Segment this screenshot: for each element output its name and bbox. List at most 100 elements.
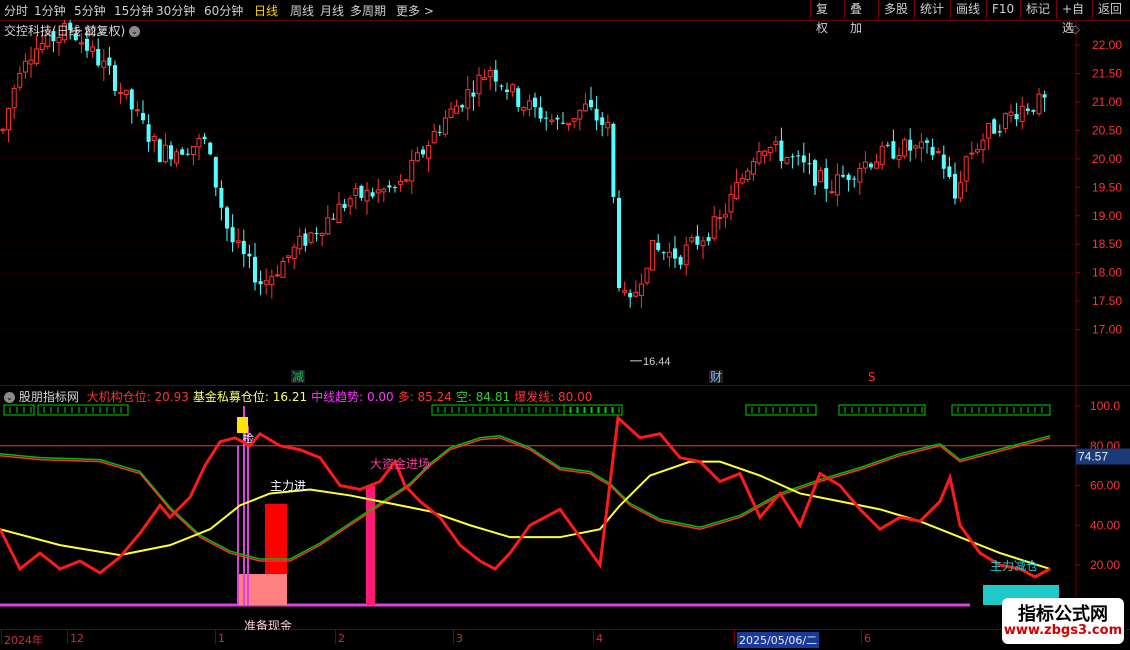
candle-down [656, 242, 661, 251]
candle-down [628, 292, 633, 298]
indicator-value: 中线趋势: 0.00 [311, 390, 394, 404]
candle-down [1014, 113, 1019, 120]
toolbar-button[interactable]: 标记 [1020, 0, 1056, 19]
candle-up [549, 119, 555, 123]
toolbar-button[interactable]: 叠加 [844, 0, 878, 35]
candle-down [617, 197, 621, 289]
period-tab[interactable]: 日线 [254, 2, 278, 19]
candle-down [213, 157, 218, 188]
candle-up [650, 239, 656, 271]
candle-up [963, 156, 969, 182]
candle-up [22, 60, 28, 73]
indicator-value: 基金私募仓位: 16.21 [193, 390, 307, 404]
candle-up [566, 122, 572, 125]
date-tick [335, 630, 336, 644]
toolbar-button[interactable]: 复权 [810, 0, 844, 35]
candle-down [885, 144, 890, 146]
period-tab[interactable]: 60分钟 [204, 2, 243, 19]
indicator-value: 空: 84.81 [456, 390, 510, 404]
period-tab[interactable]: 月线 [320, 2, 344, 19]
candle-down [141, 112, 145, 121]
chevron-down-icon[interactable]: ⌄ [129, 26, 141, 37]
candle-up [958, 182, 964, 199]
fund-line [0, 460, 1051, 570]
indicator-value-number: 16.21 [272, 390, 308, 404]
candle-up [118, 92, 124, 95]
signal-box [745, 404, 817, 416]
candle-up [448, 108, 454, 118]
date-tick [593, 630, 594, 644]
candle-up [521, 107, 527, 111]
current-value-text: 74.57 [1078, 450, 1108, 464]
candle-up [235, 240, 241, 244]
signal-flag[interactable] [237, 417, 248, 433]
indicator-value: 爆发线: 80.00 [514, 390, 592, 404]
date-tick [215, 630, 216, 644]
candle-up [879, 145, 885, 165]
candle-down [393, 187, 397, 189]
candle-down [801, 155, 806, 163]
candle-up [151, 136, 157, 142]
candle-down [611, 123, 616, 197]
candle-up [319, 232, 325, 237]
candle-down [790, 156, 795, 158]
candle-down [796, 155, 801, 157]
candle-down [930, 146, 935, 156]
candle-up [896, 155, 902, 160]
indicator-value: 大机构仓位: 20.93 [87, 390, 189, 404]
candle-down [533, 97, 537, 108]
candle-up [336, 203, 342, 223]
candle-up [162, 144, 168, 163]
candle-down [561, 122, 565, 124]
event-marker[interactable]: 财 [710, 370, 722, 384]
candle-up [526, 100, 532, 110]
candle-up [196, 138, 202, 148]
candle-up [190, 145, 196, 156]
indicator-value-label: 大机构仓位: [86, 390, 155, 404]
toolbar-button[interactable]: 返回 [1092, 0, 1130, 19]
period-tab[interactable]: 1分钟 [34, 2, 66, 19]
toolbar-button[interactable]: F10 [986, 0, 1020, 19]
toolbar-button[interactable]: 多股 [878, 0, 914, 19]
indicator-chart[interactable]: 100.080.0060.0040.0020.0074.57捡主力进大资金进场准… [0, 386, 1130, 630]
price-label: 18.00 [1092, 266, 1122, 280]
candle-down [185, 153, 190, 155]
candle-up [465, 89, 471, 109]
chevron-down-icon[interactable]: ⌄ [4, 392, 15, 403]
period-tab[interactable]: 15分钟 [114, 2, 153, 19]
period-tab[interactable]: 5分钟 [74, 2, 106, 19]
candle-down [678, 256, 683, 265]
candle-up [638, 283, 644, 296]
period-tab[interactable]: 30分钟 [156, 2, 195, 19]
candle-up [280, 260, 286, 278]
candle-down [807, 163, 812, 165]
period-tab[interactable]: 周线 [290, 2, 314, 19]
candlestick-chart[interactable]: 22.00 21.50 21.00 20.50 20.00 19.50 19.00 18.50… [0, 20, 1130, 386]
indicator-value-label: 基金私募仓位: [192, 390, 273, 404]
candle-down [1042, 94, 1047, 98]
candle-up [829, 191, 835, 194]
candle-up [756, 151, 762, 164]
candle-down [600, 117, 605, 126]
candle-up [414, 152, 420, 162]
toolbar-button[interactable]: 统计 [914, 0, 950, 19]
period-tab[interactable]: 分时 [4, 2, 28, 19]
price-label: 17.50 [1092, 294, 1122, 308]
toolbar-button[interactable]: +自选 [1056, 0, 1092, 35]
candle-down [908, 139, 913, 151]
candle-down [157, 139, 162, 163]
toolbar-button[interactable]: 画线 [950, 0, 986, 19]
candle-up [969, 152, 975, 155]
candle-up [353, 187, 359, 196]
event-marker[interactable]: S [868, 370, 876, 384]
period-tab[interactable]: 多周期 [350, 2, 386, 19]
candle-down [997, 131, 1002, 133]
price-label: 20.00 [1092, 152, 1122, 166]
close-icon[interactable]: ✕ [1064, 22, 1074, 36]
period-tab[interactable]: 更多 > [396, 2, 434, 19]
event-marker[interactable]: 减 [292, 370, 304, 384]
candle-up [622, 290, 628, 293]
indicator-value-number: 80.00 [557, 390, 593, 404]
candle-down [594, 108, 599, 121]
candle-up [857, 167, 863, 183]
